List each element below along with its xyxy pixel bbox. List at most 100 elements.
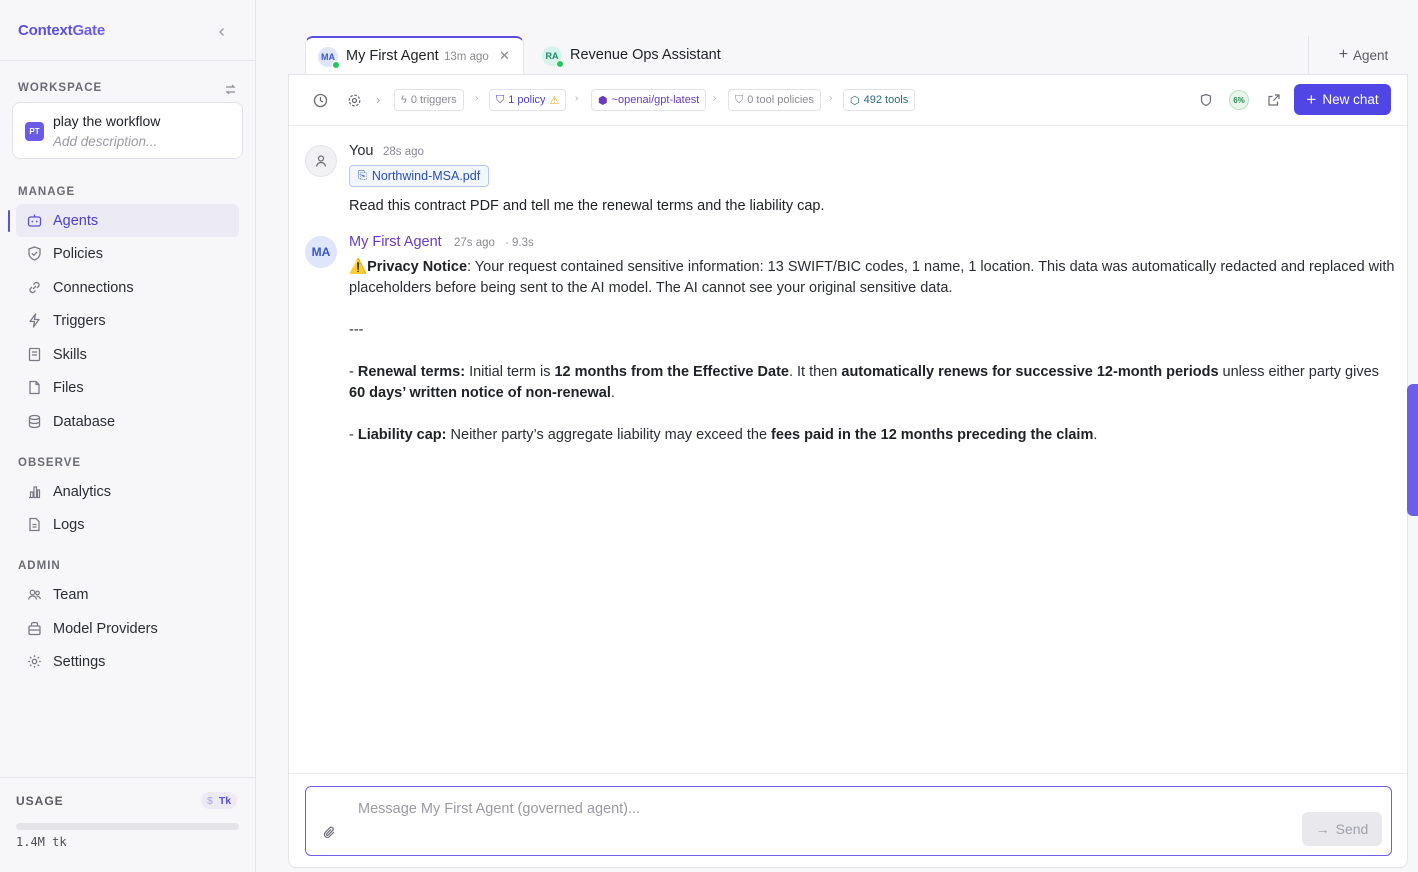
composer-area: → Send [289, 773, 1407, 867]
online-status-dot [556, 60, 564, 68]
privacy-notice: ⚠️Privacy Notice: Your request contained… [349, 257, 1395, 299]
attachment-name: Northwind-MSA.pdf [371, 169, 481, 183]
privacy-notice-title: Privacy Notice [367, 259, 468, 275]
collapse-sidebar-icon[interactable] [214, 24, 230, 40]
sidebar-item-settings[interactable]: Settings [16, 645, 239, 678]
sidebar-item-agents[interactable]: Agents [16, 204, 239, 237]
user-name: You [349, 143, 374, 159]
arrow-right-icon: → [1315, 821, 1330, 837]
renewal-terms: - Renewal terms: Initial term is 12 mont… [349, 364, 1379, 401]
bot-icon [27, 214, 42, 227]
agent-response: ⚠️Privacy Notice: Your request contained… [349, 257, 1395, 446]
sidebar-item-label: Model Providers [53, 620, 158, 637]
model-chip[interactable]: ⬢ ~openai/gpt-latest [591, 89, 707, 111]
tab-my-first-agent[interactable]: MA My First Agent 13m ago ✕ [305, 36, 524, 75]
send-label: Send [1335, 821, 1369, 837]
send-button[interactable]: → Send [1302, 812, 1382, 846]
message-input[interactable] [358, 801, 1258, 817]
policy-chip[interactable]: ⛉ 1 policy ⚠ [489, 89, 567, 111]
admin-section-label: ADMIN [18, 560, 61, 572]
plus-icon: + [1338, 46, 1349, 63]
chat-panel: › ϟ0 triggers › ⛉ 1 policy ⚠ › ⬢ ~openai/gp… [288, 74, 1408, 868]
link-icon [29, 281, 40, 294]
box-icon [28, 621, 41, 636]
sidebar-item-label: Logs [53, 516, 85, 533]
paperclip-icon: ⎘ [358, 169, 367, 182]
sidebar-item-files[interactable]: Files [16, 371, 239, 404]
user-icon [315, 155, 327, 167]
add-agent-button[interactable]: + Agent [1308, 36, 1418, 74]
sidebar-item-database[interactable]: Database [16, 405, 239, 438]
brand-logo[interactable]: ContextGate [18, 22, 105, 39]
sidebar-item-label: Analytics [53, 483, 112, 500]
agent-avatar: RA [542, 46, 564, 68]
tab-title: My First Agent [346, 48, 439, 64]
workspace-description[interactable]: Add description... [53, 134, 157, 149]
sidebar-item-skills[interactable]: Skills [16, 338, 239, 371]
dollar-toggle[interactable]: $ [207, 795, 213, 807]
new-chat-button[interactable]: + New chat [1294, 84, 1391, 115]
chevron-right-icon: › [713, 93, 717, 104]
message-time: 28s ago [383, 146, 424, 158]
sidebar-item-team[interactable]: Team [16, 578, 239, 611]
token-toggle[interactable]: Tk [219, 795, 231, 807]
usage-progress-bar [16, 823, 239, 830]
divider [0, 60, 255, 61]
workspace-card[interactable]: PT play the workflow Add description... [12, 102, 243, 159]
sidebar: ContextGate WORKSPACE PT play the workfl… [0, 0, 256, 872]
chevron-right-icon: › [475, 93, 479, 104]
user-avatar [305, 145, 337, 177]
tab-revenue-ops-assistant[interactable]: RA Revenue Ops Assistant [530, 36, 730, 74]
triggers-chip[interactable]: ϟ0 triggers [394, 89, 464, 111]
model-icon: ⬢ [598, 94, 608, 107]
history-icon[interactable] [312, 92, 328, 108]
manage-section-label: MANAGE [18, 186, 76, 198]
attachment-chip[interactable]: ⎘ Northwind-MSA.pdf [349, 165, 490, 187]
add-agent-label: Agent [1353, 47, 1389, 63]
new-chat-label: New chat [1322, 92, 1379, 107]
sidebar-item-model-providers[interactable]: Model Providers [16, 612, 239, 645]
log-icon [29, 517, 40, 532]
package-icon: ⬡ [850, 94, 860, 107]
liability-cap: - Liability cap: Neither party’s aggrega… [349, 427, 1098, 443]
agent-avatar: MA [305, 236, 337, 268]
sidebar-item-connections[interactable]: Connections [16, 271, 239, 304]
book-icon [28, 347, 41, 362]
warning-icon: ⚠ [549, 94, 560, 107]
sidebar-item-analytics[interactable]: Analytics [16, 475, 239, 508]
chevron-right-icon: › [376, 92, 381, 107]
agent-name: My First Agent [349, 234, 442, 250]
paperclip-icon[interactable] [322, 825, 338, 841]
separator: --- [349, 322, 364, 338]
tools-chip[interactable]: ⬡ 492 tools [843, 89, 916, 111]
sidebar-item-logs[interactable]: Logs [16, 508, 239, 541]
users-icon [27, 589, 42, 600]
close-icon[interactable]: ✕ [499, 48, 510, 64]
sidebar-item-label: Settings [53, 653, 106, 670]
sidebar-item-label: Triggers [53, 312, 106, 329]
privacy-notice-text: : Your request contained sensitive infor… [349, 259, 1395, 296]
context-usage-badge[interactable]: 6% [1229, 90, 1249, 110]
sidebar-item-triggers[interactable]: Triggers [16, 304, 239, 337]
shield-icon: ⛉ [735, 93, 744, 106]
message-time: 27s ago [454, 237, 495, 249]
side-drawer-handle[interactable] [1407, 384, 1418, 516]
gear-icon[interactable] [346, 92, 362, 108]
sidebar-item-label: Connections [53, 279, 134, 296]
usage-unit-toggle[interactable]: $ Tk [201, 792, 238, 809]
sidebar-item-label: Files [53, 379, 84, 396]
usage-value: 1.4M tk [16, 835, 67, 849]
sidebar-item-label: Agents [53, 212, 99, 229]
tab-title: Revenue Ops Assistant [570, 47, 721, 63]
warning-icon: ⚠️ [349, 259, 368, 275]
bar-chart-icon [29, 486, 41, 499]
shield-icon [28, 246, 41, 261]
shield-icon[interactable] [1198, 92, 1214, 108]
message-composer[interactable]: → Send [305, 786, 1392, 856]
shield-icon: ⛉ [496, 93, 505, 106]
external-link-icon[interactable] [1266, 92, 1282, 108]
tool-policies-chip[interactable]: ⛉ 0 tool policies [728, 89, 821, 111]
switch-workspace-icon[interactable] [222, 81, 238, 97]
sidebar-item-policies[interactable]: Policies [16, 237, 239, 270]
workspace-name[interactable]: play the workflow [53, 113, 160, 129]
